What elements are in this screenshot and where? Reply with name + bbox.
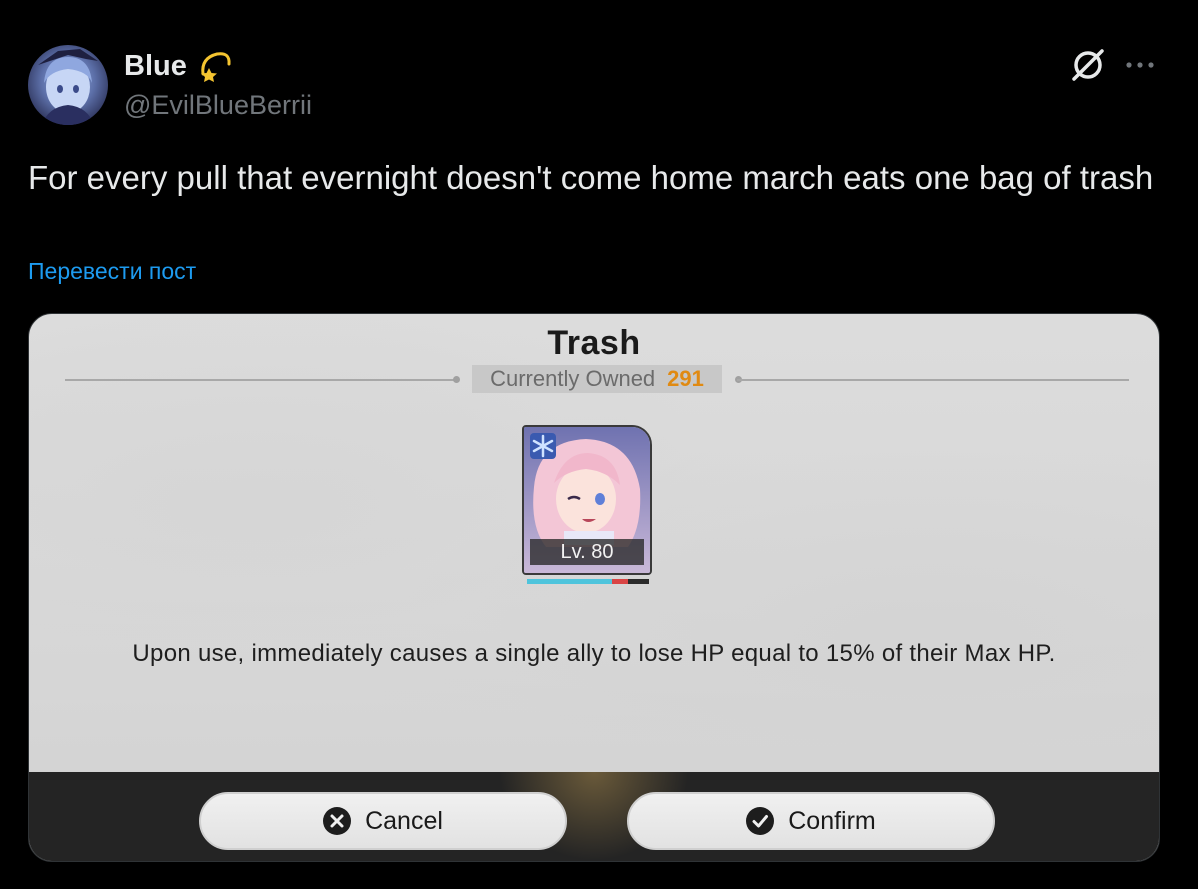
hp-bar-fill xyxy=(527,579,613,584)
item-title: Trash xyxy=(547,324,641,362)
display-name[interactable]: Blue xyxy=(124,48,233,84)
avatar[interactable] xyxy=(28,45,108,125)
cancel-button[interactable]: Cancel xyxy=(199,792,567,850)
divider-left xyxy=(65,379,455,381)
level-badge: Lv. 80 xyxy=(530,539,644,565)
owned-count-box: Currently Owned 291 xyxy=(472,365,722,393)
display-name-text: Blue xyxy=(124,49,187,82)
dizzy-star-icon xyxy=(200,52,231,82)
divider-right xyxy=(737,379,1129,381)
tweet-text: For every pull that evernight doesn't co… xyxy=(28,159,1154,196)
hp-bar-loss xyxy=(612,579,629,584)
character-card: Lv. 80 xyxy=(522,425,652,575)
confirm-button[interactable]: Confirm xyxy=(627,792,995,850)
confirm-button-label: Confirm xyxy=(788,806,876,835)
more-options-icon[interactable] xyxy=(1122,50,1158,80)
owned-count: 291 xyxy=(667,366,704,391)
divider-dot-left xyxy=(453,376,460,383)
user-handle[interactable]: @EvilBlueBerrii xyxy=(124,90,312,121)
owned-label: Currently Owned xyxy=(490,366,656,391)
close-icon xyxy=(323,807,352,835)
grok-icon[interactable] xyxy=(1068,45,1108,85)
avatar-image xyxy=(38,49,98,125)
tweet: Blue @EvilBlueBerrii For every pull that… xyxy=(0,0,1198,889)
hp-bar xyxy=(527,579,649,584)
translate-post-link[interactable]: Перевести пост xyxy=(28,258,196,285)
cancel-button-label: Cancel xyxy=(365,806,443,835)
checkmark-icon xyxy=(746,807,775,835)
item-description: Upon use, immediately causes a single al… xyxy=(132,640,1056,667)
media-image[interactable]: Trash Currently Owned 291 Lv. 80 Upon us… xyxy=(28,313,1160,862)
